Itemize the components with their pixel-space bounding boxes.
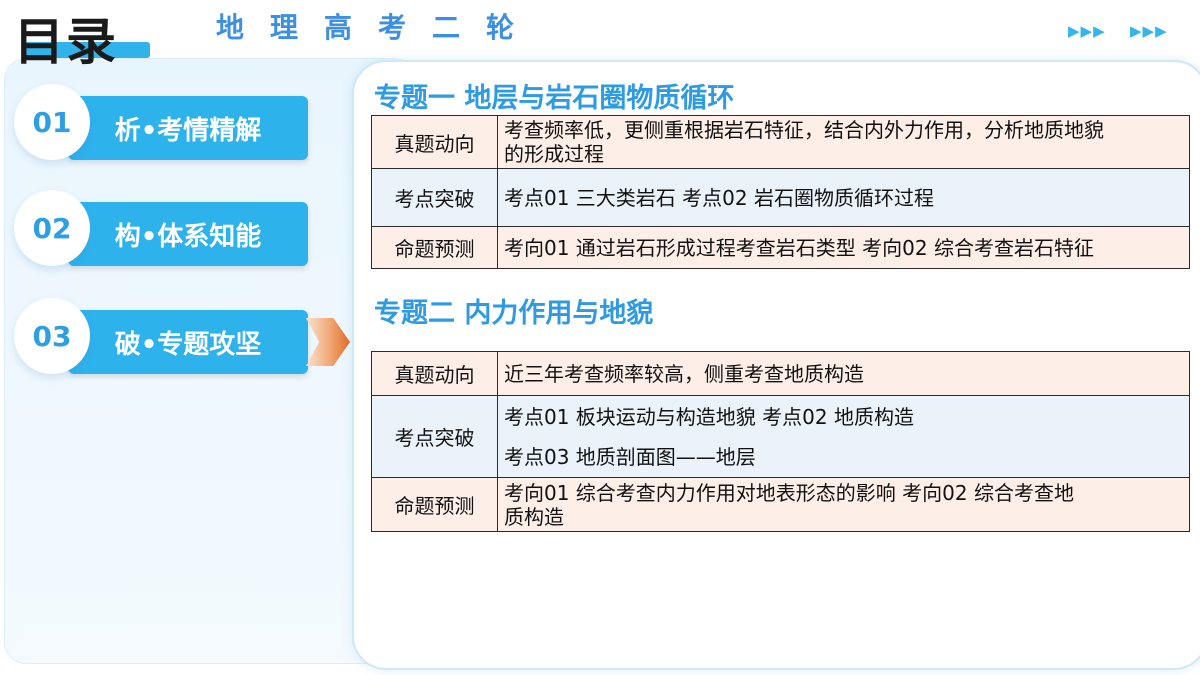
row-header: 考点突破 [371, 168, 498, 227]
table-row: 考点突破 考点01 三大类岩石 考点02 岩石圈物质循环过程 [371, 168, 1190, 227]
menu-number: 03 [14, 298, 90, 374]
row-header: 命题预测 [371, 477, 498, 532]
topic-table-1: 真题动向 考查频率低，更侧重根据岩石特征，结合内外力作用，分析地质地貌 的形成过… [371, 115, 1190, 269]
row-content: 考向01 通过岩石形成过程考查岩石类型 考向02 综合考查岩石特征 [497, 226, 1190, 269]
table-row: 命题预测 考向01 综合考查内力作用对地表形态的影响 考向02 综合考查地 质构… [371, 477, 1190, 532]
triple-arrow-icon: ▶▶▶ [1068, 22, 1106, 40]
table-row: 真题动向 近三年考查频率较高，侧重考查地质构造 [371, 351, 1190, 396]
menu-label: 构•体系知能 [114, 221, 262, 252]
row-content: 考向01 综合考查内力作用对地表形态的影响 考向02 综合考查地 质构造 [497, 477, 1190, 532]
table-row: 考点突破 考点01 板块运动与构造地貌 考点02 地质构造 考点03 地质剖面图… [371, 395, 1190, 478]
menu-item-framework[interactable]: 构•体系知能 02 [14, 190, 314, 270]
table-row: 真题动向 考查频率低，更侧重根据岩石特征，结合内外力作用，分析地质地貌 的形成过… [371, 115, 1190, 169]
row-line: 考点01 板块运动与构造地貌 考点02 地质构造 [504, 404, 914, 429]
menu-item-analysis[interactable]: 析•考情精解 01 [14, 84, 314, 164]
row-line: 考向01 通过岩石形成过程考查岩石类型 考向02 综合考查岩石特征 [504, 235, 1094, 260]
row-line: 质构造 [504, 504, 564, 529]
triple-arrow-icon: ▶▶▶ [1130, 22, 1168, 40]
row-line: 考向01 综合考查内力作用对地表形态的影响 考向02 综合考查地 [504, 480, 1074, 505]
row-content: 考点01 三大类岩石 考点02 岩石圈物质循环过程 [497, 168, 1190, 227]
row-content: 考查频率低，更侧重根据岩石特征，结合内外力作用，分析地质地貌 的形成过程 [497, 115, 1190, 169]
page-title: 目录 [14, 13, 118, 71]
row-line: 近三年考查频率较高，侧重考查地质构造 [504, 361, 864, 386]
menu-label: 破•专题攻坚 [114, 329, 262, 360]
row-line: 考查频率低，更侧重根据岩石特征，结合内外力作用，分析地质地貌 [504, 118, 1104, 142]
topic-title-1: 专题一 地层与岩石圈物质循环 [374, 83, 735, 114]
menu-item-breakthrough[interactable]: 破•专题攻坚 03 [14, 298, 314, 378]
subject-title: 地理高考二轮 [216, 11, 541, 44]
row-header: 真题动向 [371, 351, 498, 396]
table-row: 命题预测 考向01 通过岩石形成过程考查岩石类型 考向02 综合考查岩石特征 [371, 226, 1190, 269]
row-content: 考点01 板块运动与构造地貌 考点02 地质构造 考点03 地质剖面图——地层 [497, 395, 1190, 478]
row-header: 真题动向 [371, 115, 498, 169]
menu-number: 02 [14, 190, 90, 266]
row-header: 命题预测 [371, 226, 498, 269]
menu-label: 析•考情精解 [114, 115, 262, 146]
row-header: 考点突破 [371, 395, 498, 478]
row-line: 考点03 地质剖面图——地层 [504, 444, 756, 469]
topic-table-2: 真题动向 近三年考查频率较高，侧重考查地质构造 考点突破 考点01 板块运动与构… [371, 351, 1190, 532]
row-line: 的形成过程 [504, 142, 604, 166]
row-line: 考点01 三大类岩石 考点02 岩石圈物质循环过程 [504, 185, 934, 210]
menu-number: 01 [14, 84, 90, 160]
row-content: 近三年考查频率较高，侧重考查地质构造 [497, 351, 1190, 396]
topic-title-2: 专题二 内力作用与地貌 [374, 298, 654, 329]
